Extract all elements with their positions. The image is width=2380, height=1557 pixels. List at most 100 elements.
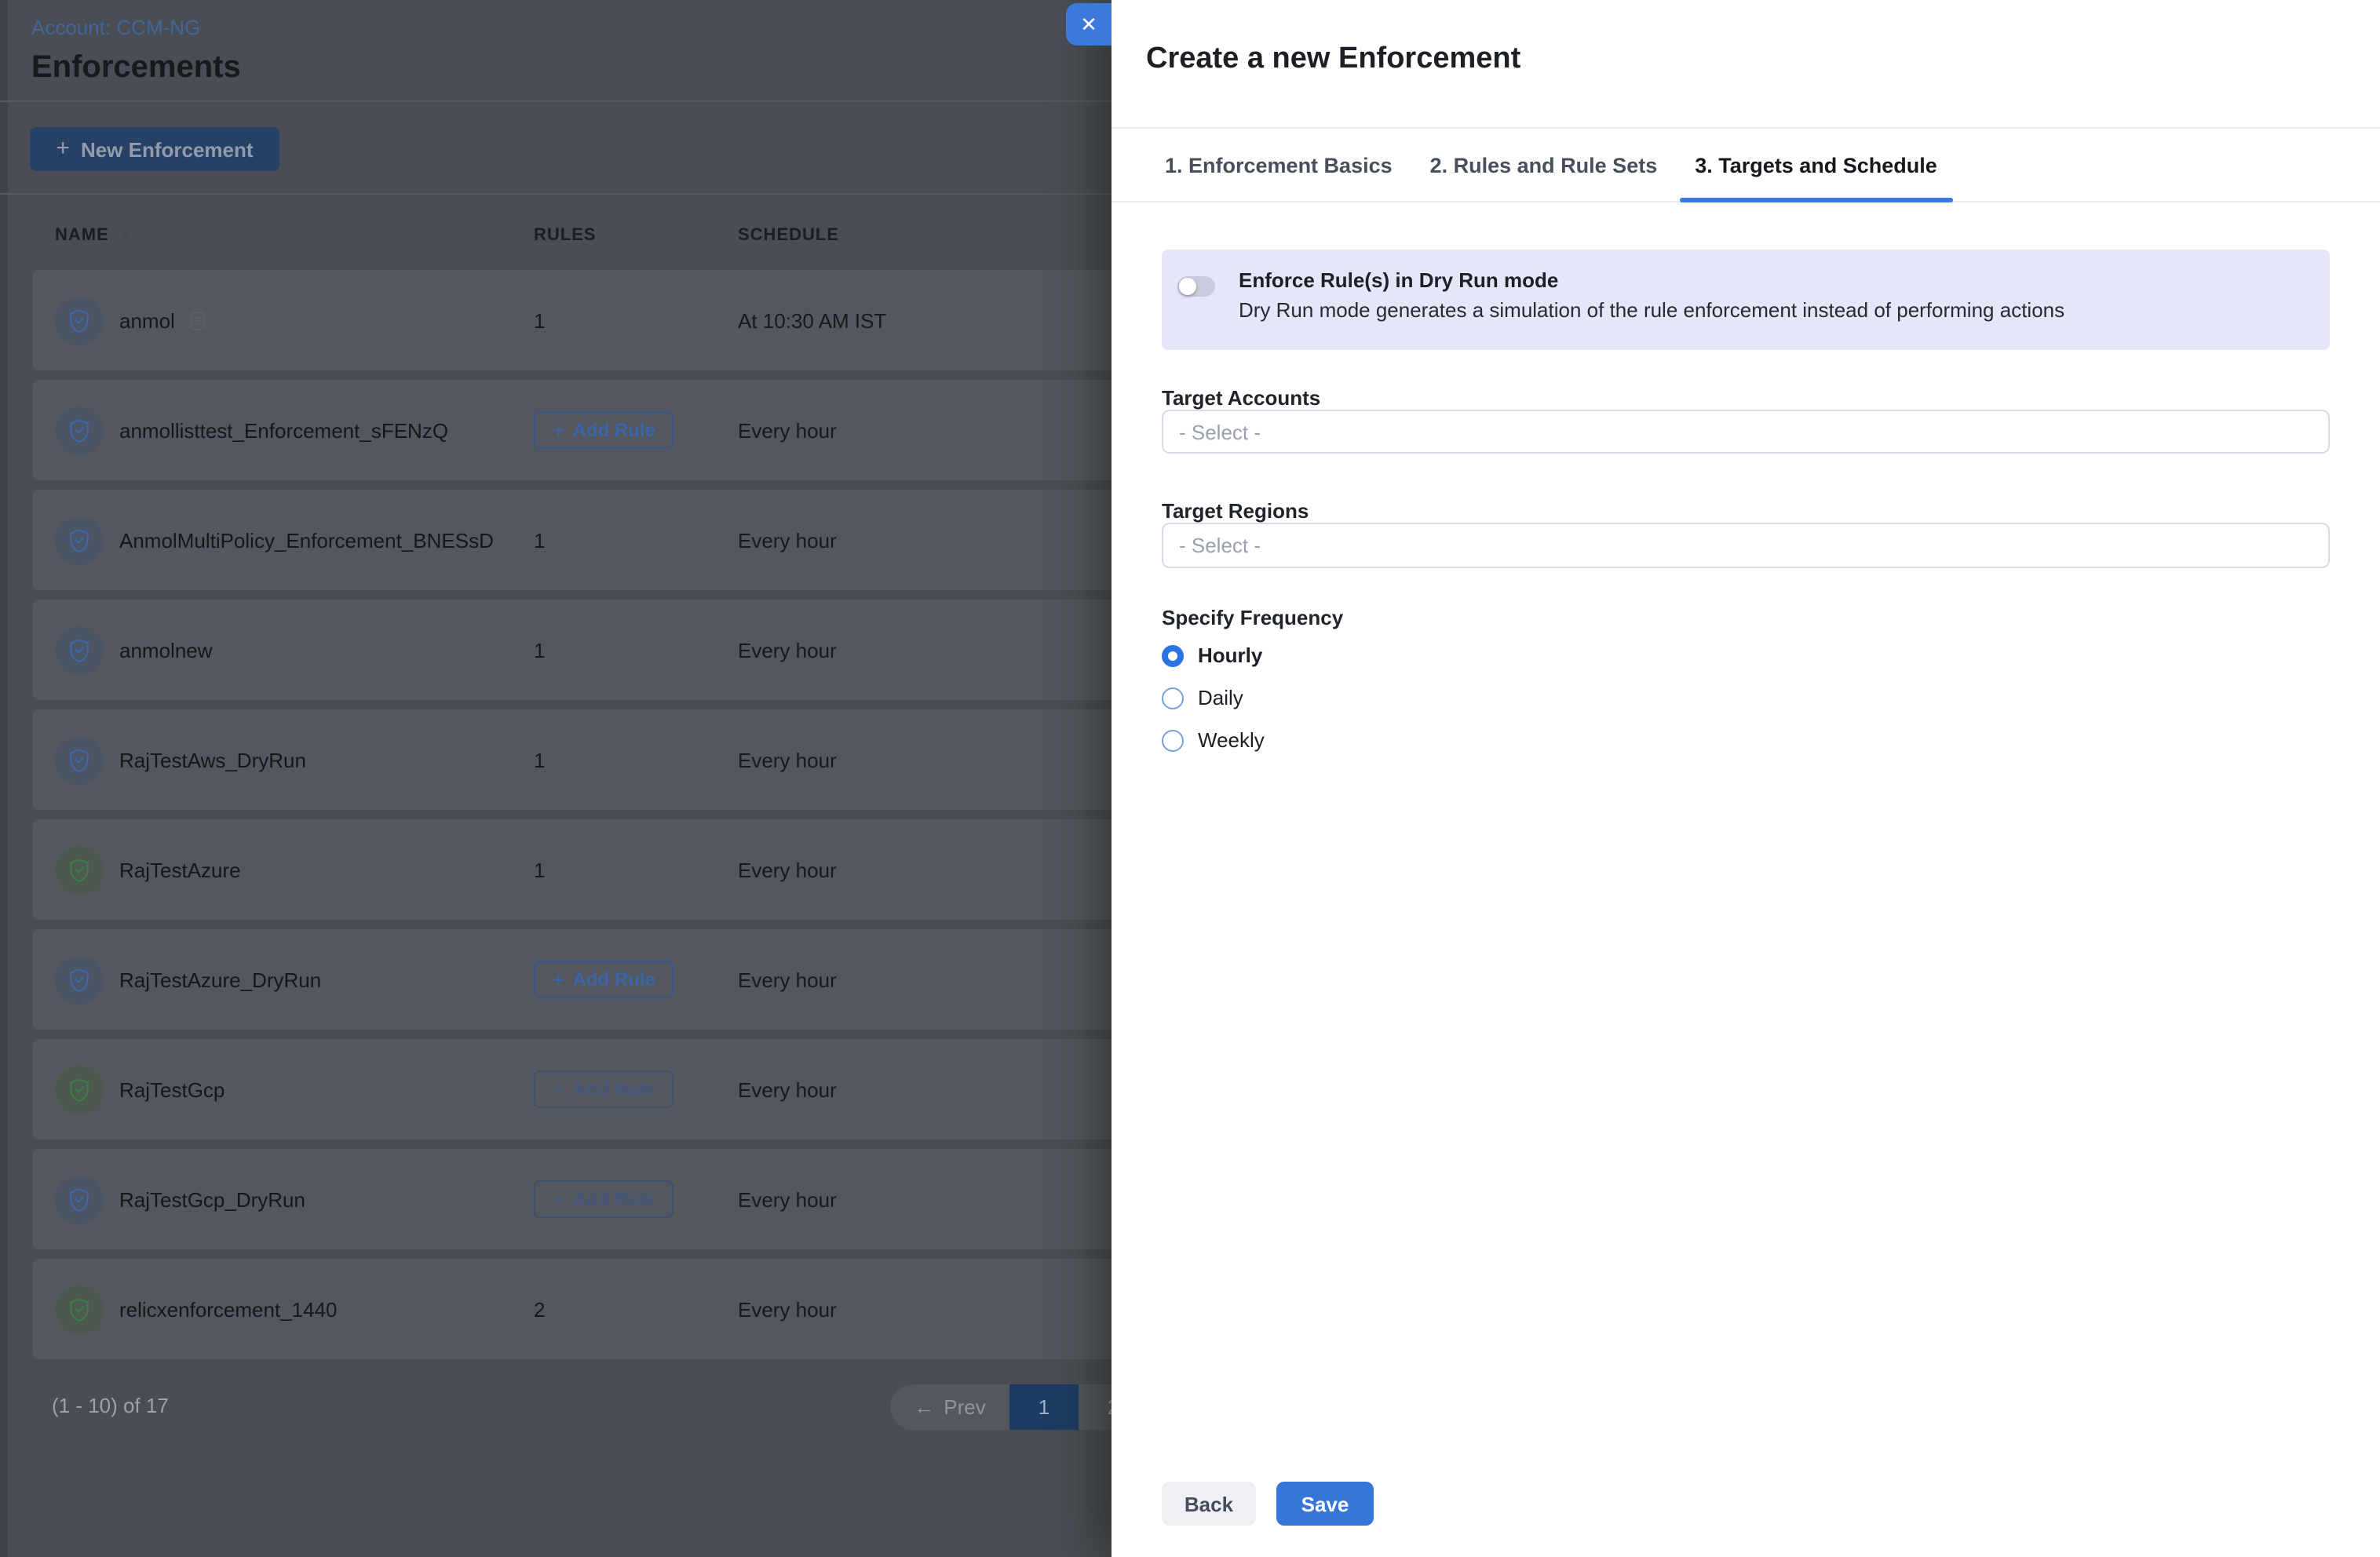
rules-count: 1	[534, 638, 545, 662]
tab-targets-and-schedule[interactable]: 3. Targets and Schedule	[1679, 129, 1953, 201]
shield-check-icon	[55, 1285, 104, 1333]
enforcement-name: RajTestGcp_DryRun	[119, 1187, 305, 1211]
add-rule-button[interactable]: + Add Rule	[534, 1180, 673, 1218]
row-rules-cell: 1	[534, 638, 738, 662]
shield-check-icon	[55, 1065, 104, 1114]
shield-check-icon	[55, 516, 104, 564]
drawer-footer: Back Save	[1162, 1482, 1374, 1526]
add-rule-button[interactable]: + Add Rule	[534, 961, 673, 998]
shield-check-icon	[55, 1175, 104, 1223]
frequency-option-daily[interactable]: Daily	[1162, 686, 2330, 709]
row-name-cell: AnmolMultiPolicy_Enforcement_BNESsD	[55, 516, 534, 564]
rules-count: 1	[534, 308, 545, 332]
radio-icon[interactable]	[1162, 644, 1184, 666]
row-name-cell: RajTestGcp_DryRun	[55, 1175, 534, 1223]
row-name-cell: anmollisttest_Enforcement_sFENzQ	[55, 406, 534, 454]
shield-check-icon	[55, 735, 104, 784]
rules-count: 1	[534, 858, 545, 881]
enforcement-name: anmolnew	[119, 638, 213, 662]
drawer-title: Create a new Enforcement	[1112, 0, 2380, 77]
row-rules-cell: 1	[534, 528, 738, 552]
rules-count: 2	[534, 1297, 545, 1321]
left-edge-strip	[0, 0, 8, 1557]
add-rule-button[interactable]: + Add Rule	[534, 411, 673, 449]
enforcement-list: anmol 1 At 10:30 AM IST anmollisttest_En…	[33, 270, 1195, 1369]
plus-icon: +	[552, 1187, 564, 1212]
create-enforcement-drawer: ✕ Create a new Enforcement 1. Enforcemen…	[1112, 0, 2380, 1557]
table-row[interactable]: anmol 1 At 10:30 AM IST	[33, 270, 1195, 370]
target-accounts-label: Target Accounts	[1162, 386, 2330, 410]
row-name-cell: RajTestGcp	[55, 1065, 534, 1114]
dry-run-title: Enforce Rule(s) in Dry Run mode	[1239, 268, 2330, 292]
shield-check-icon	[55, 406, 104, 454]
row-rules-cell: 1	[534, 858, 738, 881]
column-header-rules: RULES	[534, 226, 738, 245]
shield-check-icon	[55, 955, 104, 1004]
dry-run-description: Dry Run mode generates a simulation of t…	[1239, 298, 2330, 322]
account-breadcrumb[interactable]: Account: CCM-NG	[31, 16, 241, 39]
save-button[interactable]: Save	[1276, 1482, 1374, 1526]
page-title: Enforcements	[31, 50, 241, 86]
pagination-prev-button[interactable]: ← Prev	[890, 1384, 1009, 1430]
rules-count: 1	[534, 748, 545, 771]
enforcement-name: RajTestAzure	[119, 858, 241, 881]
enforcement-name: anmollisttest_Enforcement_sFENzQ	[119, 418, 448, 442]
table-row[interactable]: RajTestAzure 1 Every hour	[33, 819, 1195, 920]
enforcement-name: relicxenforcement_1440	[119, 1297, 338, 1321]
screen: Account: CCM-NG Enforcements + New Enfor…	[0, 0, 2380, 1557]
enforcement-name: RajTestGcp	[119, 1078, 224, 1101]
shield-check-icon	[55, 625, 104, 674]
pagination-page-1[interactable]: 1	[1009, 1384, 1079, 1430]
plus-icon: +	[552, 1077, 564, 1102]
arrow-left-icon: ←	[914, 1395, 934, 1419]
frequency-option-weekly[interactable]: Weekly	[1162, 728, 2330, 752]
row-rules-cell: 1	[534, 308, 738, 332]
new-enforcement-label: New Enforcement	[81, 137, 254, 161]
add-rule-button[interactable]: + Add Rule	[534, 1070, 673, 1108]
column-header-name[interactable]: NAME ▼	[55, 226, 534, 245]
table-row[interactable]: RajTestAzure_DryRun + Add Rule Every hou…	[33, 929, 1195, 1030]
radio-icon[interactable]	[1162, 687, 1184, 709]
shield-check-icon	[55, 845, 104, 894]
row-rules-cell: + Add Rule	[534, 961, 738, 998]
rules-count: 1	[534, 528, 545, 552]
specify-frequency-label: Specify Frequency	[1162, 606, 2330, 629]
back-button[interactable]: Back	[1162, 1482, 1256, 1526]
tab-rules-and-rule-sets[interactable]: 2. Rules and Rule Sets	[1414, 129, 1674, 201]
sort-caret-icon[interactable]: ▼	[120, 228, 133, 242]
table-row[interactable]: RajTestGcp_DryRun + Add Rule Every hour	[33, 1149, 1195, 1249]
row-rules-cell: + Add Rule	[534, 1070, 738, 1108]
pagination-range: (1 - 10) of 17	[52, 1394, 169, 1417]
shield-check-icon	[55, 296, 104, 345]
row-name-cell: RajTestAws_DryRun	[55, 735, 534, 784]
page-header: Account: CCM-NG Enforcements	[31, 16, 241, 86]
table-row[interactable]: RajTestGcp + Add Rule Every hour	[33, 1039, 1195, 1139]
table-row[interactable]: anmollisttest_Enforcement_sFENzQ + Add R…	[33, 380, 1195, 480]
new-enforcement-button[interactable]: + New Enforcement	[30, 127, 279, 171]
dry-run-texts: Enforce Rule(s) in Dry Run mode Dry Run …	[1239, 250, 2330, 322]
drawer-tabs: 1. Enforcement Basics 2. Rules and Rule …	[1112, 129, 2380, 202]
row-rules-cell: + Add Rule	[534, 411, 738, 449]
plus-icon: +	[552, 967, 564, 992]
radio-icon[interactable]	[1162, 729, 1184, 751]
frequency-option-hourly[interactable]: Hourly	[1162, 644, 2330, 667]
table-row[interactable]: RajTestAws_DryRun 1 Every hour	[33, 709, 1195, 810]
enforcement-name: RajTestAzure_DryRun	[119, 968, 321, 991]
table-row[interactable]: relicxenforcement_1440 2 Every hour	[33, 1259, 1195, 1359]
table-row[interactable]: anmolnew 1 Every hour	[33, 600, 1195, 700]
drawer-body: Enforce Rule(s) in Dry Run mode Dry Run …	[1112, 202, 2380, 752]
row-rules-cell: 1	[534, 748, 738, 771]
row-name-cell: anmolnew	[55, 625, 534, 674]
enforcement-name: anmol	[119, 308, 175, 332]
target-regions-select[interactable]	[1162, 523, 2330, 568]
row-name-cell: anmol	[55, 296, 534, 345]
enforcement-name: RajTestAws_DryRun	[119, 748, 306, 771]
target-accounts-select[interactable]	[1162, 410, 2330, 454]
tab-enforcement-basics[interactable]: 1. Enforcement Basics	[1149, 129, 1408, 201]
close-icon[interactable]: ✕	[1066, 3, 1112, 46]
note-icon[interactable]	[191, 310, 206, 330]
dry-run-banner: Enforce Rule(s) in Dry Run mode Dry Run …	[1162, 250, 2330, 350]
table-row[interactable]: AnmolMultiPolicy_Enforcement_BNESsD 1 Ev…	[33, 490, 1195, 590]
dry-run-toggle[interactable]	[1177, 276, 1215, 297]
row-name-cell: RajTestAzure	[55, 845, 534, 894]
